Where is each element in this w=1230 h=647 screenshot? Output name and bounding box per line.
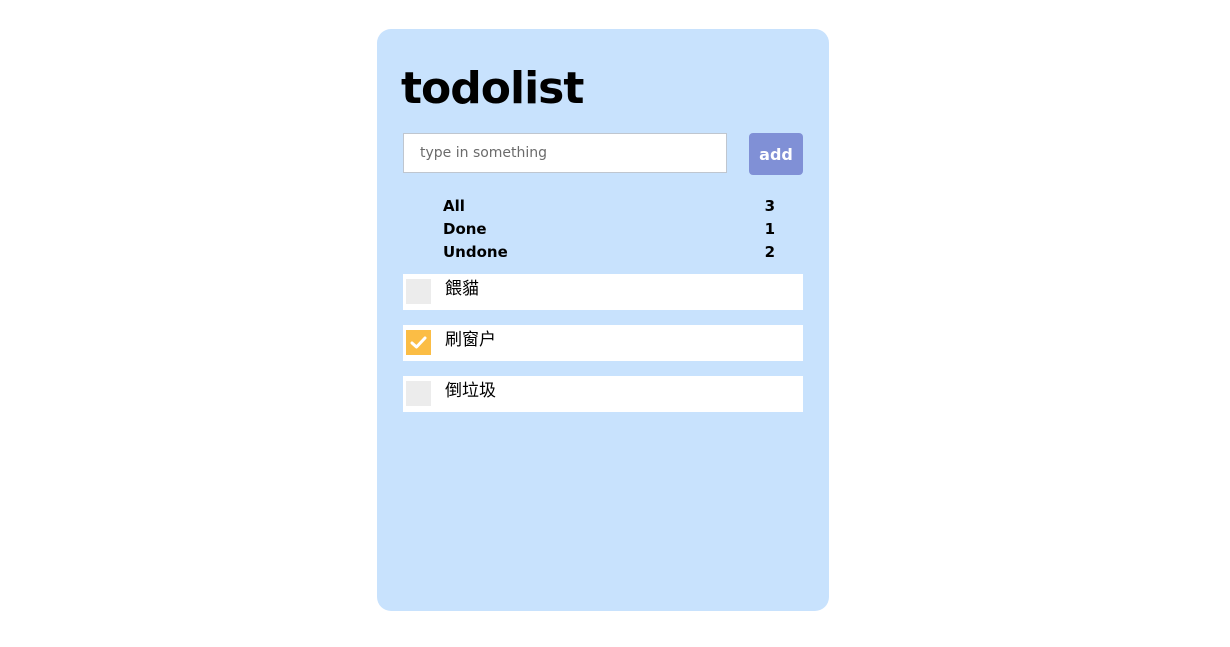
todo-text: 餵貓	[445, 279, 479, 299]
stat-row-undone[interactable]: Undone 2	[443, 241, 775, 264]
todo-checkbox[interactable]	[406, 381, 431, 406]
todo-text: 刷窗户	[445, 330, 496, 350]
check-icon	[410, 336, 427, 349]
todo-item: 餵貓	[403, 274, 803, 310]
todo-item: 倒垃圾	[403, 376, 803, 412]
add-button[interactable]: add	[749, 133, 803, 175]
todo-checkbox[interactable]	[406, 279, 431, 304]
stat-label-done: Done	[443, 220, 487, 238]
stats-panel: All 3 Done 1 Undone 2	[443, 195, 775, 264]
todo-checkbox[interactable]	[406, 330, 431, 355]
stat-row-all[interactable]: All 3	[443, 195, 775, 218]
stat-row-done[interactable]: Done 1	[443, 218, 775, 241]
todo-item: 刷窗户	[403, 325, 803, 361]
app-title: todolist	[401, 63, 584, 114]
stat-count-undone: 2	[764, 243, 775, 261]
stat-label-all: All	[443, 197, 465, 215]
todo-card: todolist add All 3 Done 1 Undone 2 餵貓 刷窗…	[377, 29, 829, 611]
stat-count-done: 1	[764, 220, 775, 238]
stat-label-undone: Undone	[443, 243, 508, 261]
stat-count-all: 3	[764, 197, 775, 215]
todo-text: 倒垃圾	[445, 381, 496, 401]
todo-list: 餵貓 刷窗户 倒垃圾	[403, 274, 803, 427]
new-todo-input[interactable]	[403, 133, 727, 173]
